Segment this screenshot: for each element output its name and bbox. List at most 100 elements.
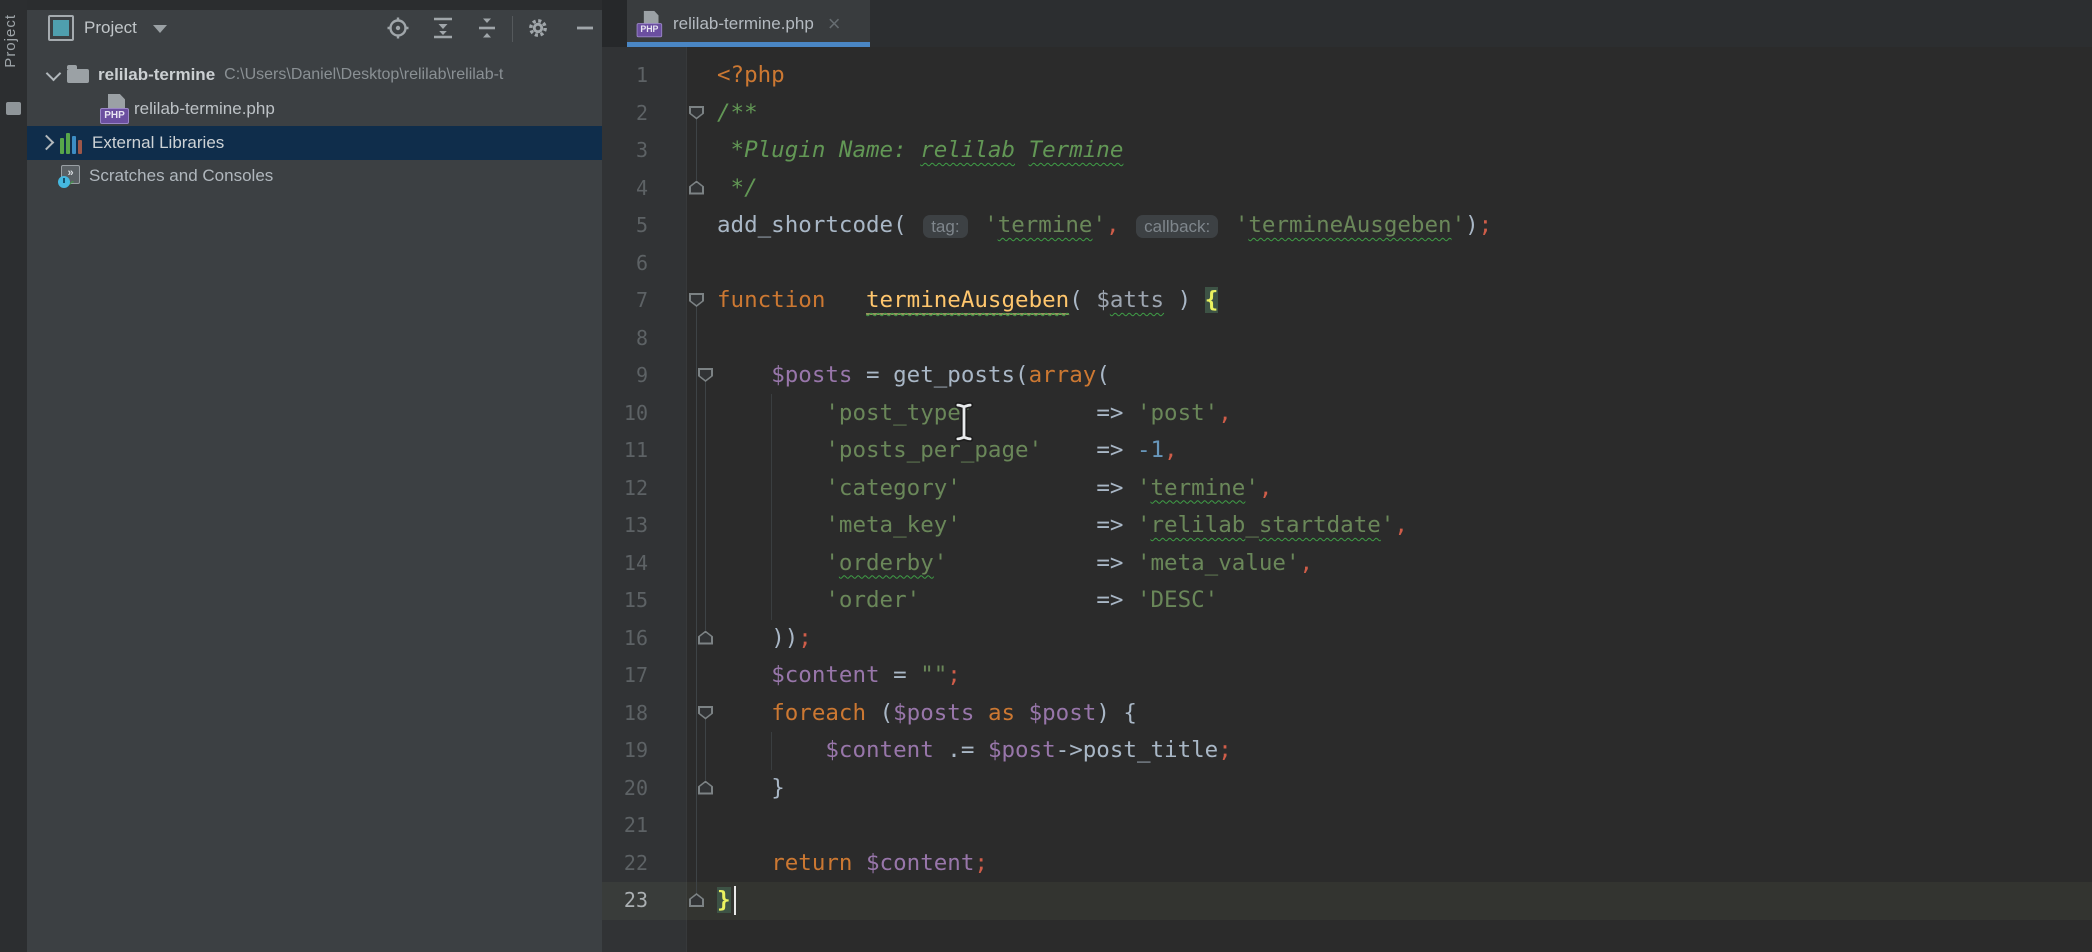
code-token: Termine xyxy=(1029,137,1124,163)
code-token: => xyxy=(1096,400,1123,426)
line-number[interactable]: 18 xyxy=(602,695,648,733)
code-line[interactable]: function termineAusgeben( $atts ) { xyxy=(717,282,1492,320)
code-token: 'category' xyxy=(825,475,960,501)
line-number[interactable]: 9 xyxy=(602,357,648,395)
code-token xyxy=(825,287,866,313)
fold-marker[interactable] xyxy=(689,893,704,907)
fold-marker[interactable] xyxy=(698,368,713,382)
code-line[interactable] xyxy=(717,320,1492,358)
line-number[interactable]: 21 xyxy=(602,807,648,845)
line-number[interactable]: 17 xyxy=(602,657,648,695)
fold-marker[interactable] xyxy=(698,706,713,720)
collapse-all-button[interactable] xyxy=(472,13,502,43)
tab-label: relilab-termine.php xyxy=(673,14,814,34)
code-line[interactable]: } xyxy=(717,770,1492,808)
code-line[interactable]: 'category' => 'termine', xyxy=(717,470,1492,508)
line-number[interactable]: 7 xyxy=(602,282,648,320)
code-line[interactable]: */ xyxy=(717,170,1492,208)
line-number[interactable]: 1 xyxy=(602,57,648,95)
line-number[interactable]: 19 xyxy=(602,732,648,770)
code-line[interactable]: $content .= $post->post_title; xyxy=(717,732,1492,770)
code-line[interactable]: 'post_type' => 'post', xyxy=(717,395,1492,433)
hide-panel-button[interactable] xyxy=(570,13,600,43)
project-stripe-button[interactable]: Project xyxy=(2,14,19,68)
line-number[interactable]: 6 xyxy=(602,245,648,283)
tab-relilab-termine-php[interactable]: PHP relilab-termine.php × xyxy=(627,0,870,47)
folder-icon xyxy=(67,69,89,83)
tree-item-php-file[interactable]: PHP relilab-termine.php xyxy=(27,92,602,126)
code-line[interactable]: 'posts_per_page' => -1, xyxy=(717,432,1492,470)
code-line[interactable] xyxy=(717,807,1492,845)
code-line[interactable]: /** xyxy=(717,95,1492,133)
panel-title[interactable]: Project xyxy=(84,18,137,38)
code-token xyxy=(1015,700,1029,726)
line-number[interactable]: 15 xyxy=(602,582,648,620)
line-number[interactable]: 11 xyxy=(602,432,648,470)
line-number[interactable]: 14 xyxy=(602,545,648,583)
line-number[interactable]: 20 xyxy=(602,770,648,808)
line-number[interactable]: 5 xyxy=(602,207,648,245)
code-token: 'posts_per_page' xyxy=(825,437,1042,463)
line-number[interactable]: 22 xyxy=(602,845,648,883)
code-token: ; xyxy=(1479,212,1493,238)
line-number[interactable]: 10 xyxy=(602,395,648,433)
fold-marker[interactable] xyxy=(698,631,713,645)
code-token: $post xyxy=(988,737,1056,763)
line-number[interactable]: 2 xyxy=(602,95,648,133)
code-token: relilab xyxy=(1151,512,1246,538)
line-number[interactable]: 23 xyxy=(602,882,648,920)
fold-marker[interactable] xyxy=(689,106,704,120)
code-token: ) xyxy=(1164,287,1205,313)
code-line[interactable]: foreach ($posts as $post) { xyxy=(717,695,1492,733)
code-line[interactable]: add_shortcode( tag: 'termine', callback:… xyxy=(717,207,1492,245)
code-line[interactable]: $content = ""; xyxy=(717,657,1492,695)
code-line[interactable]: *Plugin Name: relilab Termine xyxy=(717,132,1492,170)
code-line[interactable]: 'orderby' => 'meta_value', xyxy=(717,545,1492,583)
chevron-right-icon[interactable] xyxy=(39,135,55,151)
code-token xyxy=(971,212,985,238)
code-token: , xyxy=(1106,212,1120,238)
line-number[interactable]: 12 xyxy=(602,470,648,508)
code-token: function xyxy=(717,287,825,313)
line-number[interactable]: 16 xyxy=(602,620,648,658)
code-line[interactable]: 'order' => 'DESC' xyxy=(717,582,1492,620)
tool-window-mini-icon[interactable] xyxy=(6,102,21,115)
code-token xyxy=(717,550,825,576)
code-line[interactable]: return $content; xyxy=(717,845,1492,883)
code-line[interactable]: 'meta_key' => 'relilab_startdate', xyxy=(717,507,1492,545)
code-line[interactable]: )); xyxy=(717,620,1492,658)
code-token: ' xyxy=(1092,212,1106,238)
code-line[interactable] xyxy=(717,245,1492,283)
code-token: ' xyxy=(1381,512,1395,538)
tree-item-scratches[interactable]: » Scratches and Consoles xyxy=(27,159,602,193)
line-number[interactable]: 13 xyxy=(602,507,648,545)
tree-item-project-root[interactable]: relilab-termine C:\Users\Daniel\Desktop\… xyxy=(27,58,602,92)
code-token xyxy=(717,362,771,388)
locate-file-button[interactable] xyxy=(383,13,413,43)
fold-marker[interactable] xyxy=(698,781,713,795)
chevron-down-icon[interactable] xyxy=(46,65,62,81)
expand-all-button[interactable] xyxy=(428,13,458,43)
line-number[interactable]: 4 xyxy=(602,170,648,208)
code-token: ) xyxy=(1465,212,1479,238)
code-token: = xyxy=(893,662,907,688)
chevron-down-icon[interactable] xyxy=(153,25,167,33)
code-line[interactable]: } xyxy=(717,882,1492,920)
line-number[interactable]: 3 xyxy=(602,132,648,170)
project-panel-header: Project xyxy=(27,10,602,48)
code-token: *Plugin Name: xyxy=(717,137,920,163)
fold-marker[interactable] xyxy=(689,293,704,307)
code-line[interactable]: $posts = get_posts(array( xyxy=(717,357,1492,395)
close-tab-icon[interactable]: × xyxy=(828,14,841,34)
code-line[interactable]: <?php xyxy=(717,57,1492,95)
code-area[interactable]: <?php/** *Plugin Name: relilab Termine *… xyxy=(717,57,1492,920)
line-number[interactable]: 8 xyxy=(602,320,648,358)
tree-item-external-libraries[interactable]: External Libraries xyxy=(27,126,602,160)
code-token: $content xyxy=(825,737,933,763)
settings-button[interactable] xyxy=(523,13,553,43)
panel-top-border xyxy=(27,0,602,10)
fold-marker[interactable] xyxy=(689,181,704,195)
project-view-icon xyxy=(48,15,74,41)
code-token xyxy=(717,850,771,876)
code-token xyxy=(717,400,825,426)
